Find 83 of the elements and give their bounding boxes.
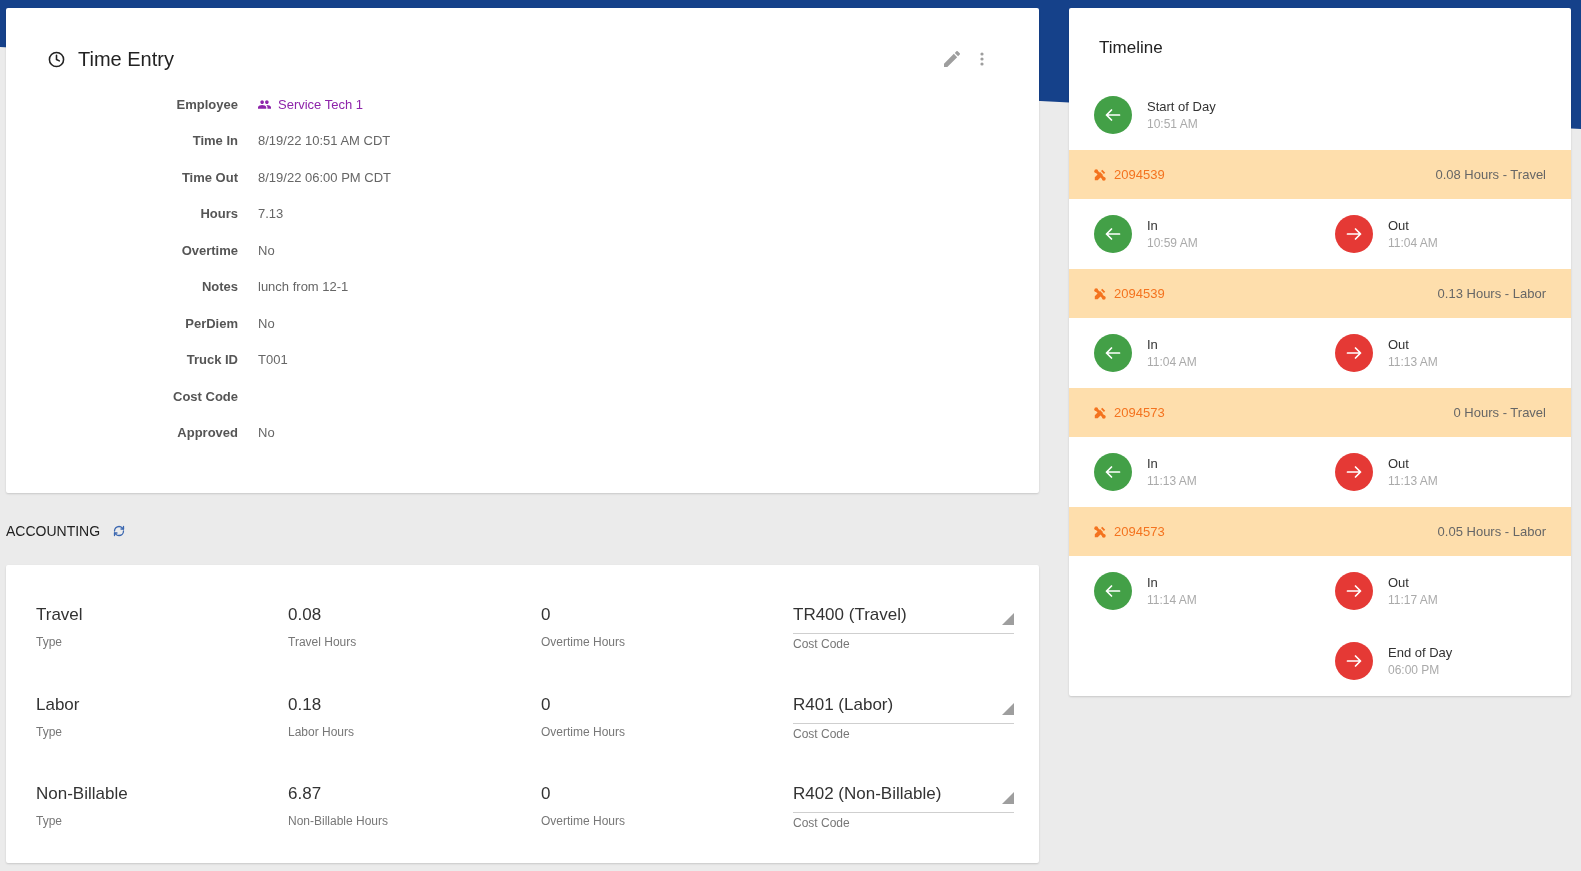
cost-code-select[interactable]: R402 (Non-Billable) xyxy=(793,782,1014,813)
punch-label: In xyxy=(1147,454,1159,473)
punch-label: In xyxy=(1147,335,1159,354)
cost-code-label: Cost Code xyxy=(793,725,851,742)
cost-code-select[interactable]: R401 (Labor) xyxy=(793,692,1014,724)
punch-label: Start of Day xyxy=(1147,97,1216,116)
punch-time: 10:51 AM xyxy=(1147,115,1199,133)
hours-label: Travel Hours xyxy=(288,634,358,650)
tools-icon xyxy=(1094,287,1106,300)
field-label: Hours xyxy=(199,205,238,223)
overtime-value: 0 xyxy=(541,783,552,805)
field-value: No xyxy=(258,241,275,260)
type-label: Type xyxy=(36,813,63,829)
overtime-label: Overtime Hours xyxy=(541,634,627,650)
type-value: Non-Billable xyxy=(36,783,129,805)
punch-time: 10:59 AM xyxy=(1147,234,1198,252)
overtime-value: 0 xyxy=(541,604,552,626)
punch-time: 11:04 AM xyxy=(1388,234,1438,252)
hours-label: Non-Billable Hours xyxy=(288,813,390,829)
punch-label: Out xyxy=(1388,454,1410,473)
field-label: Approved xyxy=(176,424,238,442)
refresh-icon xyxy=(112,525,125,537)
field-value: T001 xyxy=(258,351,288,369)
card-title: Timeline xyxy=(1099,38,1163,57)
hours-value: 0.08 xyxy=(288,604,323,626)
job-summary: 0.08 Hours - Travel xyxy=(1435,165,1546,184)
punch-time: 06:00 PM xyxy=(1388,661,1441,679)
tools-icon xyxy=(1094,168,1106,181)
punch-label: End of Day xyxy=(1388,643,1453,662)
field-value: 7.13 xyxy=(258,205,284,223)
field-label: Time Out xyxy=(180,168,238,187)
field-label: PerDiem xyxy=(184,314,238,333)
job-summary: 0.13 Hours - Labor xyxy=(1437,284,1546,303)
punch-time: 11:13 AM xyxy=(1388,472,1438,490)
field-value: No xyxy=(258,424,275,442)
field-value: No xyxy=(258,314,275,333)
hours-value: 0.18 xyxy=(288,693,323,716)
punch-label: In xyxy=(1147,573,1159,592)
cost-code-label: Cost Code xyxy=(793,636,851,652)
overtime-value: 0 xyxy=(541,693,552,716)
employee-link[interactable]: Service Tech 1 xyxy=(258,94,364,114)
hours-label: Labor Hours xyxy=(288,723,356,740)
punch-time: 11:14 AM xyxy=(1147,591,1197,609)
people-icon xyxy=(258,99,271,109)
type-value: Labor xyxy=(36,693,81,716)
punch-label: Out xyxy=(1388,335,1410,354)
pencil-icon xyxy=(944,51,960,67)
field-label: Overtime xyxy=(180,241,238,260)
overtime-label: Overtime Hours xyxy=(541,813,627,829)
type-label: Type xyxy=(36,723,63,740)
card-title: Time Entry xyxy=(78,47,174,72)
caret-icon xyxy=(1002,792,1014,804)
field-label: Notes xyxy=(200,278,238,296)
field-value: 8/19/22 06:00 PM CDT xyxy=(258,168,391,187)
field-label: Employee xyxy=(175,95,238,114)
more-icon xyxy=(980,52,984,66)
section-title: ACCOUNTING xyxy=(6,521,101,541)
punch-label: In xyxy=(1147,216,1159,235)
cost-code-label: Cost Code xyxy=(793,815,851,831)
type-value: Travel xyxy=(36,604,84,626)
job-summary: 0.05 Hours - Labor xyxy=(1437,522,1546,541)
tools-icon xyxy=(1094,525,1106,538)
punch-time: 11:13 AM xyxy=(1147,472,1197,490)
field-label: Time In xyxy=(191,132,238,150)
caret-icon xyxy=(1002,702,1014,715)
field-value: lunch from 12-1 xyxy=(258,278,349,296)
caret-icon xyxy=(1002,613,1014,625)
clock-icon xyxy=(48,50,65,68)
punch-label: Out xyxy=(1388,573,1410,592)
overtime-label: Overtime Hours xyxy=(541,723,627,740)
tools-icon xyxy=(1094,406,1106,419)
punch-time: 11:13 AM xyxy=(1388,353,1438,371)
cost-code-select[interactable]: TR400 (Travel) xyxy=(793,603,1014,634)
hours-value: 6.87 xyxy=(288,783,323,805)
punch-time: 11:17 AM xyxy=(1388,591,1438,609)
field-label: Truck ID xyxy=(185,351,238,369)
job-summary: 0 Hours - Travel xyxy=(1453,403,1546,422)
punch-time: 11:04 AM xyxy=(1147,353,1197,371)
field-value: 8/19/22 10:51 AM CDT xyxy=(258,132,391,150)
type-label: Type xyxy=(36,634,63,650)
edit-button[interactable] xyxy=(944,51,960,67)
punch-label: Out xyxy=(1388,216,1410,235)
refresh-button[interactable] xyxy=(112,524,126,538)
